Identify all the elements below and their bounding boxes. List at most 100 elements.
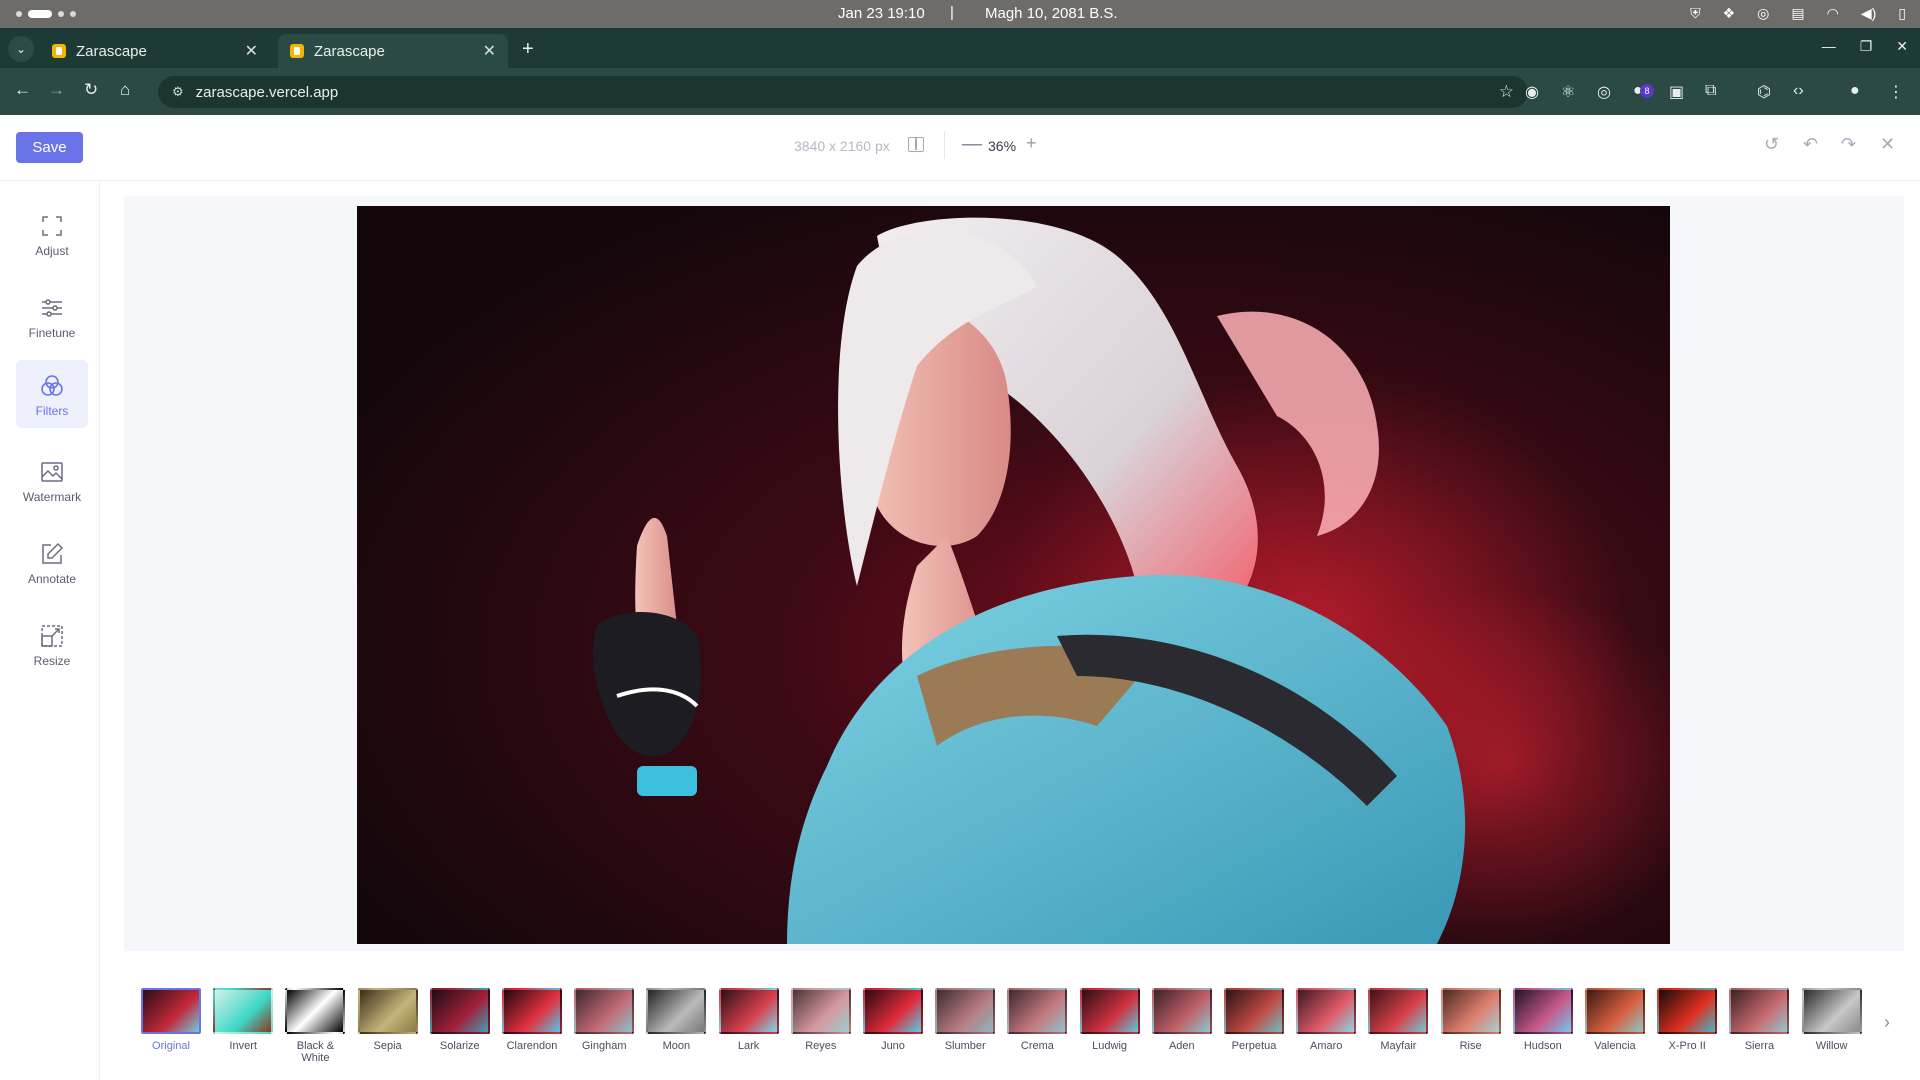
reload-icon[interactable]: ↻: [84, 80, 98, 100]
filter-option[interactable]: Willow: [1800, 988, 1864, 1052]
filter-thumbnail: [1585, 988, 1645, 1034]
sidebar-item-finetune[interactable]: Finetune: [16, 282, 88, 348]
filter-label: Sepia: [373, 1040, 402, 1052]
image-dimensions: 3840 x 2160 px: [794, 138, 890, 154]
filter-option[interactable]: Ludwig: [1078, 988, 1142, 1052]
filter-option[interactable]: Solarize: [428, 988, 492, 1052]
volume-icon[interactable]: ◀): [1861, 5, 1876, 22]
tab-title: Zarascape: [76, 42, 147, 60]
sidebar-item-label: Adjust: [35, 244, 69, 258]
system-clock[interactable]: Jan 23 19:10: [838, 5, 925, 22]
site-info-icon[interactable]: ⚙: [172, 84, 184, 100]
home-icon[interactable]: ⌂: [120, 80, 130, 100]
close-tab-icon[interactable]: ✕: [245, 41, 258, 61]
filter-thumbnail: [1079, 988, 1140, 1034]
system-tray: ⛨ ❖ ◎ ▤ ◠ ◀) ▯: [1690, 5, 1906, 22]
close-editor-icon[interactable]: ✕: [1880, 134, 1895, 155]
filter-label: Willow: [1815, 1040, 1848, 1052]
filter-option[interactable]: Clarendon: [500, 988, 564, 1052]
minimize-icon[interactable]: —: [1822, 38, 1836, 55]
tab-title: Zarascape: [314, 42, 385, 60]
zoom-in-icon[interactable]: +: [1026, 133, 1037, 154]
filter-option[interactable]: Slumber: [933, 988, 997, 1052]
filter-thumbnail: [1657, 988, 1718, 1034]
clock-separator: |: [950, 4, 954, 21]
workspace-indicator[interactable]: [16, 10, 76, 18]
extensions-puzzle-icon[interactable]: ⧉: [1705, 82, 1716, 100]
react-devtools-icon[interactable]: ⚛: [1561, 82, 1575, 102]
filter-option[interactable]: Sierra: [1727, 988, 1791, 1052]
nepali-date[interactable]: Magh 10, 2081 B.S.: [985, 5, 1118, 22]
filter-option[interactable]: Lark: [717, 988, 781, 1052]
filter-option[interactable]: X-Pro II: [1655, 988, 1719, 1052]
reset-icon[interactable]: ↺: [1764, 134, 1779, 155]
redo-icon[interactable]: ↷: [1841, 134, 1856, 155]
browser-tab[interactable]: Zarascape ✕: [40, 34, 270, 68]
shield-icon[interactable]: ⛨: [1690, 5, 1701, 22]
zoom-level[interactable]: 36%: [988, 138, 1016, 154]
chevron-right-icon[interactable]: ›: [1884, 1012, 1890, 1033]
bookmark-star-icon[interactable]: ☆: [1499, 82, 1514, 102]
undo-icon[interactable]: ↶: [1803, 134, 1818, 155]
dropbox-icon[interactable]: ❖: [1723, 5, 1736, 22]
filter-option[interactable]: Valencia: [1583, 988, 1647, 1052]
browser-tab-active[interactable]: Zarascape ✕: [278, 34, 508, 68]
edited-photo[interactable]: [357, 206, 1670, 944]
filter-label: Amaro: [1309, 1040, 1343, 1052]
filter-option[interactable]: Perpetua: [1222, 988, 1286, 1052]
sidebar-item-annotate[interactable]: Annotate: [16, 528, 88, 594]
filter-option[interactable]: Moon: [644, 988, 708, 1052]
code-icon[interactable]: ‹›: [1793, 82, 1804, 100]
filter-label: Gingham: [581, 1040, 627, 1052]
filter-label: Sierra: [1744, 1040, 1775, 1052]
filter-option[interactable]: Gingham: [572, 988, 636, 1052]
filter-label: Valencia: [1594, 1040, 1636, 1052]
address-bar[interactable]: ⚙ zarascape.vercel.app ☆: [158, 76, 1528, 108]
sidebar-item-watermark[interactable]: Watermark: [16, 446, 88, 512]
filter-label: Lark: [737, 1040, 760, 1052]
filter-option[interactable]: Black & White: [283, 988, 347, 1064]
vpn-icon[interactable]: ◎: [1757, 5, 1769, 22]
filter-thumbnail: [1296, 988, 1357, 1034]
profile-icon[interactable]: ●: [1850, 82, 1860, 100]
clipboard-icon[interactable]: ▤: [1791, 5, 1804, 22]
filter-option[interactable]: Sepia: [356, 988, 420, 1052]
incognito-icon[interactable]: ⌬: [1757, 82, 1771, 102]
close-window-icon[interactable]: ✕: [1896, 38, 1908, 55]
back-icon[interactable]: ←: [14, 80, 31, 100]
filter-option[interactable]: Original: [139, 988, 203, 1052]
filter-option[interactable]: Hudson: [1511, 988, 1575, 1052]
site-favicon-icon: [290, 44, 304, 58]
filter-option[interactable]: Invert: [211, 988, 275, 1052]
wifi-icon[interactable]: ◠: [1827, 5, 1839, 22]
filter-option[interactable]: Reyes: [789, 988, 853, 1052]
compare-icon[interactable]: [908, 137, 924, 152]
forward-icon[interactable]: →: [48, 80, 65, 100]
resize-icon: [41, 625, 63, 647]
filter-option[interactable]: Amaro: [1294, 988, 1358, 1052]
filter-option[interactable]: Juno: [861, 988, 925, 1052]
sidebar-item-resize[interactable]: Resize: [16, 610, 88, 676]
filter-option[interactable]: Aden: [1150, 988, 1214, 1052]
zoom-out-icon[interactable]: —: [962, 133, 982, 156]
new-tab-button[interactable]: +: [522, 38, 534, 61]
sidebar-item-adjust[interactable]: Adjust: [16, 200, 88, 266]
image-icon: [41, 462, 63, 482]
close-tab-icon[interactable]: ✕: [483, 41, 496, 61]
restore-icon[interactable]: ❐: [1860, 38, 1873, 55]
save-button[interactable]: Save: [16, 132, 83, 163]
filter-option[interactable]: Crema: [1005, 988, 1069, 1052]
filter-label: Solarize: [439, 1040, 480, 1052]
fi-extension-icon[interactable]: ▣: [1669, 82, 1684, 102]
filter-option[interactable]: Rise: [1439, 988, 1503, 1052]
tab-search-button[interactable]: ⌄: [8, 36, 34, 62]
workspace-dot: [16, 11, 22, 17]
sidebar-item-label: Finetune: [28, 326, 76, 340]
extension-badge: 8: [1640, 84, 1654, 98]
sidebar-item-filters[interactable]: Filters: [16, 360, 88, 428]
battery-icon[interactable]: ▯: [1898, 5, 1906, 22]
target-extension-icon[interactable]: ◎: [1597, 82, 1611, 102]
filter-option[interactable]: Mayfair: [1366, 988, 1430, 1052]
menu-kebab-icon[interactable]: ⋮: [1888, 82, 1904, 102]
color-extension-icon[interactable]: ◉: [1525, 82, 1539, 102]
